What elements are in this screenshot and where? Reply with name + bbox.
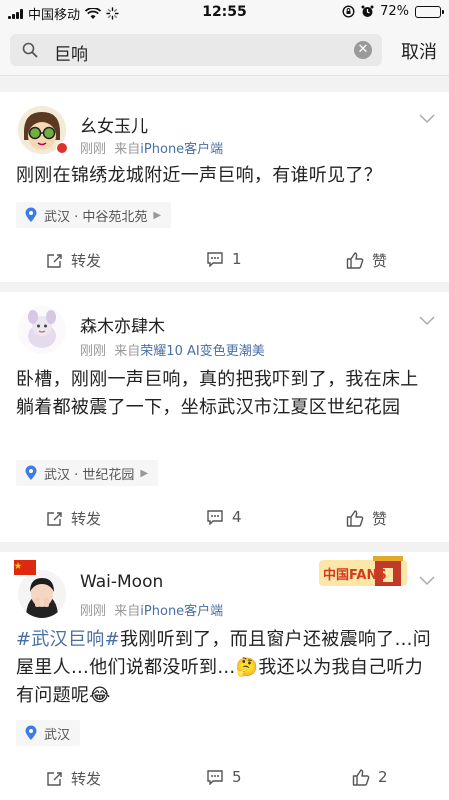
post-meta: 刚刚 来自iPhone客户端: [80, 600, 223, 619]
comment-icon: [207, 770, 223, 785]
post-source[interactable]: iPhone客户端: [140, 604, 223, 619]
username[interactable]: 森木亦肆木: [80, 312, 165, 337]
comment-count: 5: [232, 768, 242, 786]
location-label: 武汉 · 世纪花园: [44, 467, 135, 483]
post-meta: 刚刚 来自iPhone客户端: [80, 138, 223, 157]
post-text: 刚刚在锦绣龙城附近一声巨响，有谁听见了？: [16, 165, 382, 186]
chevron-down-icon[interactable]: [419, 114, 435, 124]
username[interactable]: 幺女玉儿: [80, 112, 148, 137]
alarm-icon: [361, 5, 374, 17]
repost-label: 转发: [71, 770, 102, 788]
chevron-down-icon[interactable]: [419, 316, 435, 326]
like-count: 2: [378, 768, 388, 786]
search-input[interactable]: 巨响 ✕: [10, 34, 382, 66]
search-icon: [22, 42, 38, 58]
repost-label: 转发: [71, 510, 102, 528]
like-label: 赞: [372, 510, 388, 528]
search-query: 巨响: [54, 45, 88, 65]
source-prefix: 来自: [114, 344, 141, 359]
comment-button[interactable]: 5: [206, 768, 242, 786]
post-source[interactable]: iPhone客户端: [140, 142, 223, 157]
repost-button[interactable]: 转发: [46, 508, 101, 529]
comment-count: 4: [232, 508, 242, 526]
location-pin-icon: [25, 207, 37, 222]
repost-button[interactable]: 转发: [46, 250, 101, 271]
post-meta: 刚刚 来自荣耀10 AI变色更潮美: [80, 340, 265, 359]
battery-icon: [415, 5, 444, 18]
avatar[interactable]: [18, 306, 66, 354]
comment-button[interactable]: 1: [206, 250, 242, 268]
fans-badge-icon: 中国FANS: [319, 556, 407, 586]
location-pin-icon: [25, 465, 37, 480]
repost-label: 转发: [71, 252, 102, 270]
fans-badge-text: 中国FANS: [323, 567, 387, 583]
thumbs-up-icon: [352, 768, 370, 786]
repost-icon: [47, 254, 62, 268]
post-time: 刚刚: [80, 344, 107, 359]
repost-icon: [47, 772, 62, 786]
repost-icon: [47, 512, 62, 526]
hashtag-link[interactable]: #武汉巨响#: [16, 629, 120, 650]
laugh-emoji-icon: 😂: [89, 685, 111, 706]
source-prefix: 来自: [114, 604, 141, 619]
search-header: 巨响 ✕ 取消: [0, 24, 449, 76]
battery-percent: 72%: [380, 4, 409, 19]
avatar-image: [18, 306, 66, 354]
post-source[interactable]: 荣耀10 AI变色更潮美: [140, 344, 264, 359]
post-card[interactable]: Wai-Moon 刚刚 来自iPhone客户端 中国FANS #武汉巨响#我刚听…: [0, 552, 449, 800]
location-label: 武汉 · 中谷苑北苑: [44, 209, 148, 225]
chevron-right-icon: ▶: [153, 209, 162, 221]
location-tag[interactable]: 武汉 · 中谷苑北苑 ▶: [16, 202, 172, 228]
thumbs-up-icon: [346, 510, 364, 527]
verified-badge-icon: [56, 142, 68, 154]
post-time: 刚刚: [80, 604, 107, 619]
post-actions: 转发 5 2: [0, 768, 449, 794]
post-time: 刚刚: [80, 142, 107, 157]
comment-icon: [207, 510, 223, 525]
fans-badge: 中国FANS: [317, 556, 409, 590]
thumbs-up-icon: [346, 252, 364, 269]
comment-count: 1: [232, 250, 242, 268]
china-flag-icon: [14, 560, 36, 575]
thinking-emoji-icon: 🤔: [235, 657, 259, 678]
location-label: 武汉: [44, 727, 71, 743]
status-right: 72%: [342, 4, 444, 19]
location-tag[interactable]: 武汉 · 世纪花园 ▶: [16, 460, 159, 486]
post-card[interactable]: 幺女玉儿 刚刚 来自iPhone客户端 刚刚在锦绣龙城附近一声巨响，有谁听见了？…: [0, 92, 449, 282]
post-text: 卧槽，刚刚一声巨响，真的把我吓到了，我在床上躺着都被震了一下，坐标武汉市江夏区世…: [16, 369, 419, 418]
post-actions: 转发 1 赞: [0, 250, 449, 276]
comment-button[interactable]: 4: [206, 508, 242, 526]
chevron-down-icon[interactable]: [419, 576, 435, 586]
chevron-right-icon: ▶: [140, 467, 149, 479]
source-prefix: 来自: [114, 142, 141, 157]
post-card[interactable]: 森木亦肆木 刚刚 来自荣耀10 AI变色更潮美 卧槽，刚刚一声巨响，真的把我吓到…: [0, 292, 449, 542]
repost-button[interactable]: 转发: [46, 768, 101, 789]
cancel-button[interactable]: 取消: [401, 38, 437, 64]
comment-icon: [207, 252, 223, 267]
avatar-image: [18, 570, 66, 618]
post-text: #武汉巨响#我刚听到了，而且窗户还被震响了…问屋里人…他们说都没听到…🤔我还以为…: [16, 626, 435, 710]
like-label: 赞: [372, 252, 388, 270]
like-button[interactable]: 2: [352, 768, 388, 786]
like-button[interactable]: 赞: [346, 508, 387, 529]
username[interactable]: Wai-Moon: [80, 572, 163, 592]
location-pin-icon: [25, 725, 37, 740]
status-bar: 中国移动 12:55 72%: [0, 0, 449, 24]
avatar[interactable]: [18, 570, 66, 618]
post-actions: 转发 4 赞: [0, 508, 449, 534]
lock-rotation-icon: [342, 5, 355, 18]
like-button[interactable]: 赞: [346, 250, 387, 271]
location-tag[interactable]: 武汉: [16, 720, 81, 746]
clear-icon[interactable]: ✕: [354, 41, 372, 59]
